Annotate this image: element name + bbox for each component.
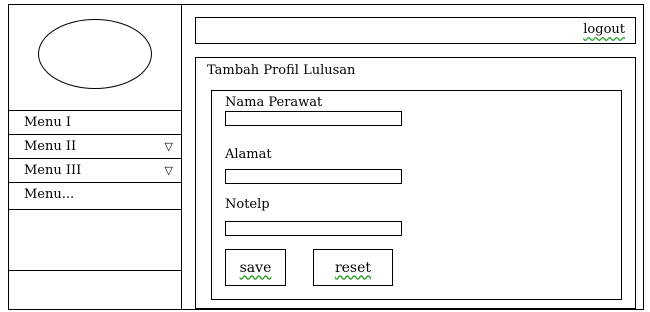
- sidebar-item-label: Menu...: [24, 187, 75, 202]
- save-button-label: save: [239, 259, 272, 276]
- top-bar: logout: [195, 17, 636, 44]
- sidebar-item-menu-1[interactable]: Menu I: [8, 110, 182, 134]
- sidebar-item-menu-2[interactable]: Menu II ▽: [8, 134, 182, 158]
- nama-perawat-label: Nama Perawat: [225, 95, 323, 110]
- save-button[interactable]: save: [225, 249, 286, 286]
- sidebar-item-menu-3[interactable]: Menu III ▽: [8, 158, 182, 182]
- reset-button[interactable]: reset: [313, 249, 393, 286]
- sidebar-item-label: Menu II: [24, 139, 77, 154]
- reset-button-label: reset: [334, 259, 372, 276]
- nama-perawat-input[interactable]: [225, 111, 402, 126]
- sidebar-item-label: Menu III: [24, 163, 82, 178]
- chevron-down-icon[interactable]: ▽: [165, 159, 173, 182]
- sidebar-empty-slot: [8, 209, 182, 271]
- notelp-input[interactable]: [225, 221, 402, 236]
- alamat-input[interactable]: [225, 169, 402, 184]
- sidebar: Menu I Menu II ▽ Menu III ▽ Menu...: [8, 4, 182, 310]
- avatar: [38, 19, 152, 89]
- profile-form: Nama Perawat Alamat Notelp save reset: [211, 90, 622, 300]
- content-panel: Tambah Profil Lulusan Nama Perawat Alama…: [195, 57, 636, 309]
- page-title: Tambah Profil Lulusan: [207, 63, 356, 78]
- logout-link[interactable]: logout: [583, 22, 625, 37]
- chevron-down-icon[interactable]: ▽: [165, 135, 173, 158]
- logo-area: [8, 4, 182, 110]
- sidebar-menu: Menu I Menu II ▽ Menu III ▽ Menu...: [8, 110, 182, 208]
- sidebar-item-menu-more[interactable]: Menu...: [8, 182, 182, 208]
- alamat-label: Alamat: [225, 147, 272, 162]
- sidebar-item-label: Menu I: [24, 115, 72, 130]
- notelp-label: Notelp: [225, 197, 270, 212]
